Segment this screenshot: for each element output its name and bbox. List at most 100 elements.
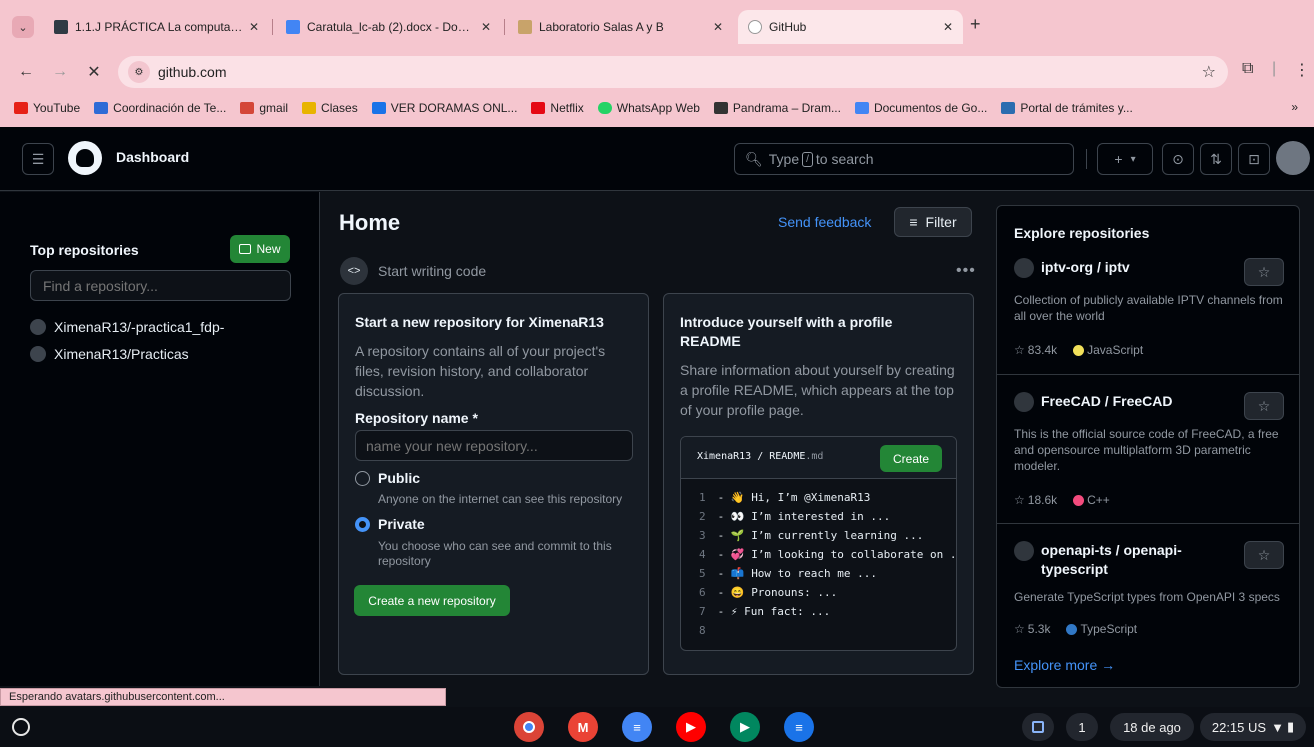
docs-icon	[854, 102, 869, 114]
repo-avatar-icon	[30, 319, 46, 335]
avatar[interactable]	[1276, 141, 1310, 175]
star-button[interactable]: ☆	[1244, 258, 1284, 286]
star-icon: ☆	[1257, 546, 1271, 563]
bookmarks-overflow-button[interactable]: »	[1291, 100, 1298, 114]
new-repo-card-desc: A repository contains all of your projec…	[355, 343, 606, 399]
explore-repo-item: openapi-ts / openapi-typescript ☆ Genera…	[1014, 541, 1288, 651]
bookmark-clases[interactable]: Clases	[302, 101, 358, 115]
close-icon[interactable]: ✕	[249, 20, 259, 34]
toolbar-divider: |	[1272, 60, 1277, 77]
bookmark-doramas[interactable]: VER DORAMAS ONL...	[371, 101, 517, 115]
tab-laboratorio[interactable]: Laboratorio Salas A y B ✕	[508, 10, 733, 44]
bookmark-youtube[interactable]: YouTube	[14, 101, 80, 115]
filter-button[interactable]: ≡ Filter	[894, 207, 972, 237]
browser-chrome: ⌄ 1.1.J PRÁCTICA La computación ✕ Caratu…	[0, 0, 1314, 127]
tray-docs-icon[interactable]	[1022, 713, 1054, 741]
tab-github[interactable]: GitHub ✕	[738, 10, 963, 44]
bookmark-portal[interactable]: Portal de trámites y...	[1001, 101, 1133, 115]
bookmark-documentos[interactable]: Documentos de Go...	[854, 101, 987, 115]
repo-link[interactable]: FreeCAD / FreeCAD	[1041, 392, 1221, 411]
date-display[interactable]: 18 de ago	[1110, 713, 1194, 741]
page-title[interactable]: Dashboard	[116, 149, 189, 165]
explore-heading: Explore repositories	[1014, 225, 1150, 241]
issue-circle-icon: ⊙	[1172, 150, 1184, 167]
public-radio[interactable]	[355, 471, 370, 486]
language-dot	[1073, 494, 1085, 506]
new-tab-button[interactable]: +	[970, 14, 981, 35]
site-icon	[518, 20, 532, 34]
netflix-icon	[531, 102, 546, 114]
tab-practica[interactable]: 1.1.J PRÁCTICA La computación ✕	[44, 10, 269, 44]
close-icon[interactable]: ✕	[943, 20, 953, 34]
site-settings-icon[interactable]: ⚙	[128, 61, 150, 83]
notification-count-badge[interactable]: 1	[1066, 713, 1098, 741]
new-repo-button[interactable]: New	[230, 235, 290, 263]
menu-kebab-icon[interactable]: ⋮	[1294, 60, 1310, 80]
bookmark-gmail[interactable]: gmail	[240, 101, 288, 115]
address-bar[interactable]: ⚙ github.com ☆	[118, 56, 1228, 88]
youtube-icon	[14, 102, 28, 114]
create-repository-button[interactable]: Create a new repository	[354, 585, 510, 616]
star-icon: ☆	[1014, 622, 1025, 636]
search-input[interactable]: 🔍︎ Type / to search	[734, 143, 1074, 175]
docs-icon[interactable]: ≡	[622, 712, 652, 742]
system-tray-button[interactable]: 22:15 US ▼ ▮	[1200, 713, 1306, 741]
chevron-down-icon: ⌄	[18, 21, 28, 34]
find-repo-input[interactable]	[30, 270, 291, 301]
bookmark-whatsapp[interactable]: WhatsApp Web	[597, 101, 700, 115]
github-header: ☰ Dashboard 🔍︎ Type / to search + ▾ ⊙ ⇅ ⊡	[0, 127, 1314, 191]
wifi-icon: ▼	[1271, 719, 1284, 735]
inbox-button[interactable]: ⊡	[1238, 143, 1270, 175]
messages-icon[interactable]: ≡	[784, 712, 814, 742]
star-button[interactable]: ☆	[1244, 392, 1284, 420]
tab-strip: ⌄ 1.1.J PRÁCTICA La computación ✕ Caratu…	[0, 10, 1314, 44]
forward-button[interactable]: →	[48, 60, 72, 84]
send-feedback-link[interactable]: Send feedback	[778, 214, 871, 230]
private-desc: You choose who can see and commit to thi…	[378, 539, 612, 568]
play-store-icon[interactable]: ▶	[730, 712, 760, 742]
browser-toolbar: ← → ✕ ⚙ github.com ☆ ⧉ | ⋮	[0, 54, 1314, 90]
youtube-icon[interactable]: ▶	[676, 712, 706, 742]
back-button[interactable]: ←	[14, 60, 38, 84]
classroom-icon	[302, 102, 317, 114]
profile-readme-card: Introduce yourself with a profile README…	[663, 293, 974, 675]
gmail-icon[interactable]: M	[568, 712, 598, 742]
chrome-icon[interactable]	[514, 712, 544, 742]
extensions-icon[interactable]: ⧉	[1242, 60, 1253, 78]
bookmark-netflix[interactable]: Netflix	[531, 101, 584, 115]
code-line: 8	[699, 624, 706, 637]
language-dot	[1073, 344, 1085, 356]
star-button[interactable]: ☆	[1244, 541, 1284, 569]
sidebar-repo-item[interactable]: XimenaR13/-practica1_fdp-	[30, 319, 224, 335]
private-radio[interactable]	[355, 517, 370, 532]
bookmark-star-icon[interactable]: ☆	[1202, 62, 1216, 82]
tab-caratula[interactable]: Caratula_lc-ab (2).docx - Documentos ✕	[276, 10, 501, 44]
issues-button[interactable]: ⊙	[1162, 143, 1194, 175]
docs-icon	[286, 20, 300, 34]
tab-separator	[272, 19, 273, 35]
more-options-icon[interactable]: •••	[956, 262, 976, 280]
github-logo[interactable]	[68, 141, 102, 175]
explore-more-link[interactable]: Explore more →	[1014, 657, 1115, 673]
create-new-button[interactable]: + ▾	[1097, 143, 1153, 175]
bookmark-coordinacion[interactable]: Coordinación de Te...	[94, 101, 226, 115]
header-divider	[1086, 149, 1087, 169]
repo-link[interactable]: openapi-ts / openapi-typescript	[1041, 541, 1221, 579]
repo-name-input[interactable]	[355, 430, 633, 461]
stop-button[interactable]: ✕	[82, 60, 106, 84]
sidebar-repo-item[interactable]: XimenaR13/Practicas	[30, 346, 189, 362]
site-icon	[94, 102, 109, 114]
classroom-icon	[54, 20, 68, 34]
close-icon[interactable]: ✕	[481, 20, 491, 34]
launcher-button[interactable]	[12, 718, 30, 736]
pull-requests-button[interactable]: ⇅	[1200, 143, 1232, 175]
repo-link[interactable]: iptv-org / iptv	[1041, 258, 1221, 277]
battery-icon: ▮	[1286, 719, 1295, 734]
star-icon: ☆	[1014, 343, 1025, 357]
hamburger-menu-button[interactable]: ☰	[22, 143, 54, 175]
arrow-right-icon: →	[52, 63, 68, 80]
close-icon[interactable]: ✕	[713, 20, 723, 34]
bookmark-pandrama[interactable]: Pandrama – Dram...	[713, 101, 841, 115]
tab-search-button[interactable]: ⌄	[12, 16, 34, 38]
readme-create-button[interactable]: Create	[880, 445, 942, 472]
